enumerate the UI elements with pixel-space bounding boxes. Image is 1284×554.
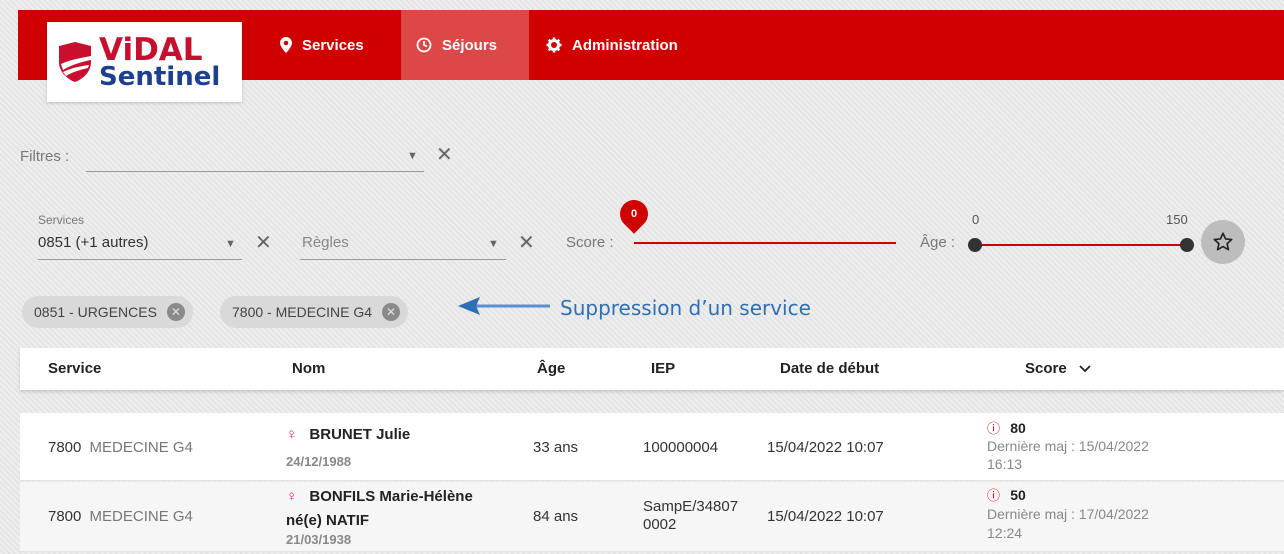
shield-logo-icon xyxy=(59,42,91,82)
regles-underline xyxy=(300,259,506,260)
header-score[interactable]: Score xyxy=(1025,360,1091,377)
gear-icon xyxy=(546,37,562,53)
age-slider-max-thumb[interactable] xyxy=(1180,238,1194,252)
chevron-down-icon xyxy=(1079,361,1091,376)
arrow-left-icon xyxy=(458,297,550,315)
annotation-text: Suppression d’un service xyxy=(560,296,811,320)
app-logo[interactable]: ViDAL Sentinel xyxy=(47,22,242,102)
close-icon[interactable]: ✕ xyxy=(166,303,185,321)
header-iep[interactable]: IEP xyxy=(651,360,675,377)
alert-circle-icon: ⓘ xyxy=(987,488,1001,503)
nav-administration-label: Administration xyxy=(572,36,678,54)
cell-dob: 21/03/1938 xyxy=(286,532,352,547)
nav-administration[interactable]: Administration xyxy=(546,10,678,80)
header-nom[interactable]: Nom xyxy=(292,360,325,377)
cell-iep: 100000004 xyxy=(643,439,719,456)
services-underline xyxy=(38,259,242,260)
cell-age: 84 ans xyxy=(533,508,579,525)
cell-service: 7800 MEDECINE G4 xyxy=(48,439,193,456)
chip-service-7800: 7800 - MEDECINE G4 ✕ xyxy=(220,296,409,328)
cell-score: ⓘ 80 xyxy=(987,420,1026,436)
brand-name: ViDAL xyxy=(99,31,203,68)
map-marker-icon xyxy=(280,37,292,53)
cell-age: 33 ans xyxy=(533,439,579,456)
close-icon[interactable]: ✕ xyxy=(518,233,535,253)
close-icon[interactable]: ✕ xyxy=(255,233,272,253)
filters-select[interactable] xyxy=(86,140,424,172)
filters-underline xyxy=(86,171,424,172)
cell-score-maj-time: 16:13 xyxy=(987,456,1023,472)
age-label: Âge : xyxy=(920,234,956,251)
chip-service-0851: 0851 - URGENCES ✕ xyxy=(22,296,193,328)
favorite-button[interactable] xyxy=(1201,220,1245,264)
cell-iep: SampE/34807 xyxy=(643,498,739,515)
score-label: Score : xyxy=(566,234,614,251)
cell-nom-line2: né(e) NATIF xyxy=(286,512,370,529)
services-select[interactable]: 0851 (+1 autres) xyxy=(38,234,149,251)
star-icon xyxy=(1213,232,1233,251)
clock-icon xyxy=(416,37,432,53)
cell-iep-line2: 0002 xyxy=(643,516,677,533)
nav-services[interactable]: Services xyxy=(280,10,364,80)
cell-nom[interactable]: ♀ BONFILS Marie-Hélène xyxy=(286,488,473,505)
cell-score-maj: Dernière maj : 15/04/2022 xyxy=(987,438,1149,454)
close-icon[interactable]: ✕ xyxy=(382,303,401,321)
cell-nom[interactable]: ♀ BRUNET Julie xyxy=(286,426,410,443)
cell-score: ⓘ 50 xyxy=(987,487,1026,503)
filters-label: Filtres : xyxy=(20,148,70,165)
female-icon: ♀ xyxy=(286,488,298,505)
age-slider[interactable] xyxy=(975,244,1187,246)
services-label: Services xyxy=(38,213,85,227)
chip-label: 0851 - URGENCES xyxy=(34,304,157,320)
cell-date: 15/04/2022 10:07 xyxy=(767,439,884,456)
nav-sejours[interactable]: Séjours xyxy=(401,10,529,80)
nav-services-label: Services xyxy=(302,36,364,54)
header-service[interactable]: Service xyxy=(48,360,101,377)
age-max-value: 150 xyxy=(1166,212,1188,227)
caret-down-icon[interactable]: ▼ xyxy=(225,238,236,250)
close-icon[interactable]: ✕ xyxy=(436,145,453,165)
cell-score-maj: Dernière maj : 17/04/2022 xyxy=(987,506,1149,522)
header-age[interactable]: Âge xyxy=(537,360,565,377)
age-min-value: 0 xyxy=(972,212,980,227)
cell-score-maj-time: 12:24 xyxy=(987,525,1023,541)
regles-select[interactable]: Règles xyxy=(302,234,349,251)
cell-dob: 24/12/1988 xyxy=(286,454,352,469)
brand-subname: Sentinel xyxy=(99,61,221,92)
cell-date: 15/04/2022 10:07 xyxy=(767,508,884,525)
chip-label: 7800 - MEDECINE G4 xyxy=(232,304,373,320)
age-slider-min-thumb[interactable] xyxy=(968,238,982,252)
score-slider[interactable] xyxy=(634,242,896,244)
female-icon: ♀ xyxy=(286,426,298,443)
score-value: 0 xyxy=(630,208,638,220)
caret-down-icon[interactable]: ▼ xyxy=(407,150,418,162)
nav-sejours-label: Séjours xyxy=(442,36,498,54)
cell-service: 7800 MEDECINE G4 xyxy=(48,508,193,525)
header-date[interactable]: Date de début xyxy=(780,360,879,377)
alert-circle-icon: ⓘ xyxy=(987,421,1001,436)
caret-down-icon[interactable]: ▼ xyxy=(488,238,499,250)
